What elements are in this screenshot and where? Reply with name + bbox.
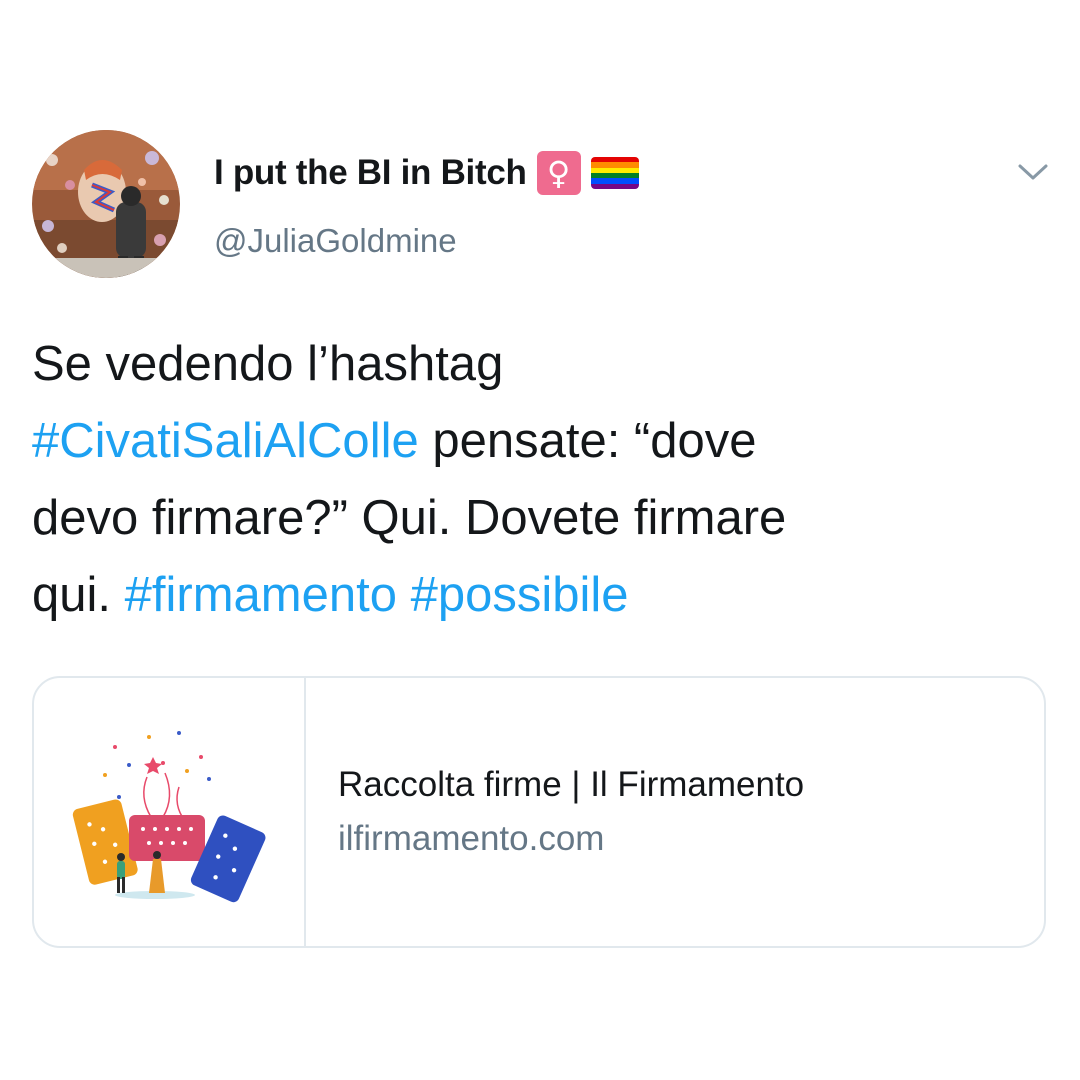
card-title[interactable]: Raccolta firme | Il Firmamento [338, 765, 1044, 805]
tweet-text-segment: devo firmare?” Qui. Dovete firmare [32, 491, 787, 545]
signature-collection-illustration [34, 678, 306, 946]
card-domain[interactable]: ilfirmamento.com [338, 819, 1044, 859]
tweet-text-line: qui. #firmamento #possibile [32, 557, 1042, 634]
link-preview-card[interactable]: Raccolta firme | Il Firmamento ilfirmame… [32, 676, 1046, 948]
tweet-text-segment [397, 568, 411, 622]
tweet-text-segment: qui. [32, 568, 125, 622]
rainbow-pride-flag-icon [590, 157, 639, 189]
author-row: I put the BI in Bitch ♀ [214, 150, 639, 196]
hashtag-link[interactable]: #CivatiSaliAlColle [32, 414, 419, 468]
tweet-text-segment: pensate: “dove [418, 414, 757, 468]
hashtag-link[interactable]: #firmamento [125, 568, 397, 622]
chevron-down-icon[interactable] [1016, 158, 1050, 186]
tweet-text-segment: Se vedendo l’hashtag [32, 337, 504, 391]
tweet-text-line: #CivatiSaliAlColle pensate: “dove [32, 403, 1042, 480]
user-handle[interactable]: @JuliaGoldmine [214, 222, 457, 260]
display-name[interactable]: I put the BI in Bitch [214, 153, 527, 193]
card-body: Raccolta firme | Il Firmamento ilfirmame… [306, 678, 1044, 946]
tweet-text-line: devo firmare?” Qui. Dovete firmare [32, 480, 1042, 557]
avatar[interactable] [32, 130, 180, 278]
hashtag-link[interactable]: #possibile [411, 568, 629, 622]
tweet-text-line: Se vedendo l’hashtag [32, 326, 1042, 403]
tweet: I put the BI in Bitch ♀ @JuliaGoldmine S… [0, 0, 1080, 1080]
tweet-text: Se vedendo l’hashtag #CivatiSaliAlColle p… [32, 326, 1042, 634]
venus-symbol-icon: ♀ [536, 151, 581, 195]
